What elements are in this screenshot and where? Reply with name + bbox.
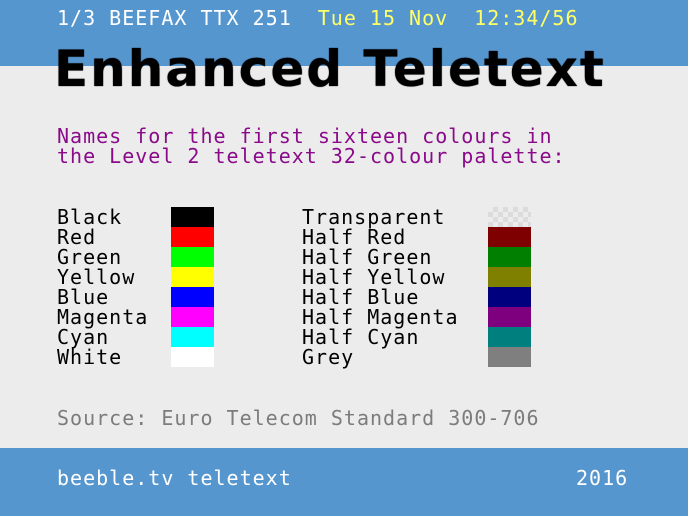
page-number: 1/3 BEEFAX TTX 251 (57, 6, 292, 30)
colour-swatch (171, 307, 214, 327)
colour-row: Grey (302, 345, 531, 369)
colour-swatch (171, 287, 214, 307)
footer-year: 2016 (576, 466, 629, 490)
colour-row: Half Blue (302, 285, 531, 309)
colour-swatch (488, 327, 531, 347)
colour-row: Half Green (302, 245, 531, 269)
colour-name: White (57, 345, 123, 369)
colour-row: Magenta (57, 305, 214, 329)
colour-row: Cyan (57, 325, 214, 349)
colour-list-right: Transparent Half Red Half Green Half Yel… (302, 205, 531, 369)
colour-swatch (488, 347, 531, 367)
colour-swatch (171, 247, 214, 267)
header-date: Tue 15 Nov (317, 6, 449, 30)
colour-row: Green (57, 245, 214, 269)
colour-row: Blue (57, 285, 214, 309)
intro-line-1: Names for the first sixteen colours in (57, 124, 553, 148)
colour-row: Half Cyan (302, 325, 531, 349)
colour-swatch (171, 207, 214, 227)
colour-row: Red (57, 225, 214, 249)
colour-row: Transparent (302, 205, 531, 229)
header-bar: 1/3 BEEFAX TTX 251 Tue 15 Nov 12:34/56 (57, 6, 637, 30)
colour-swatch (171, 327, 214, 347)
source-note: Source: Euro Telecom Standard 300-706 (57, 406, 540, 430)
colour-swatch (488, 267, 531, 287)
colour-name: Grey (302, 345, 355, 369)
colour-swatch (488, 287, 531, 307)
colour-swatch (488, 247, 531, 267)
colour-row: Yellow (57, 265, 214, 289)
intro-text: Names for the first sixteen colours in th… (57, 126, 657, 166)
colour-swatch (488, 227, 531, 247)
colour-list-left: Black Red Green Yellow Blue Magenta Cyan… (57, 205, 214, 369)
colour-swatch (488, 307, 531, 327)
colour-row: White (57, 345, 214, 369)
colour-swatch (488, 207, 531, 227)
colour-swatch (171, 227, 214, 247)
colour-row: Half Red (302, 225, 531, 249)
colour-row: Half Magenta (302, 305, 531, 329)
header-time: 12:34/56 (474, 6, 579, 30)
colour-swatch (171, 347, 214, 367)
colour-row: Half Yellow (302, 265, 531, 289)
footer-site: beeble.tv teletext (57, 466, 292, 490)
page-title: Enhanced Teletext (54, 40, 606, 98)
colour-row: Black (57, 205, 214, 229)
intro-line-2: the Level 2 teletext 32-colour palette: (57, 144, 566, 168)
colour-swatch (171, 267, 214, 287)
